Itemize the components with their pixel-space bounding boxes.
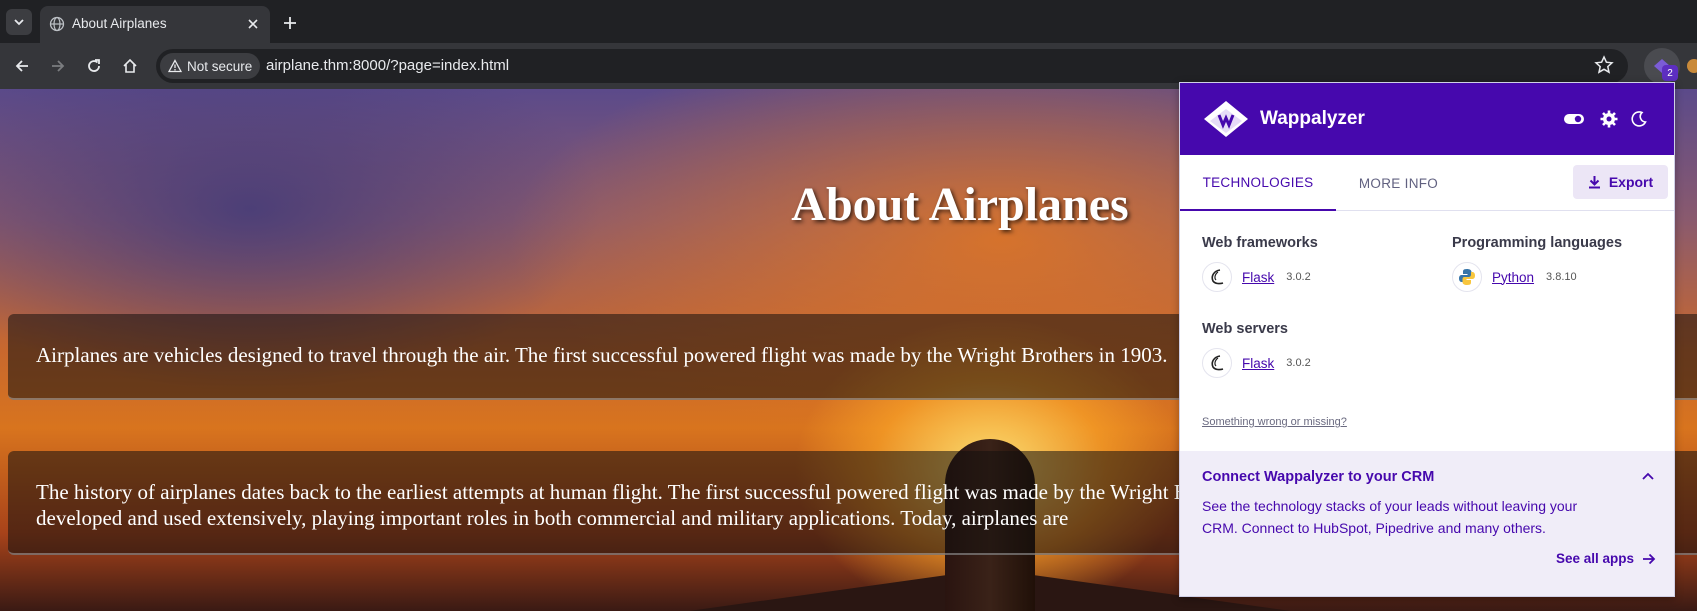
toggle-button[interactable] — [1563, 109, 1585, 129]
close-icon — [248, 19, 258, 29]
something-wrong-link[interactable]: Something wrong or missing? — [1202, 416, 1347, 428]
tab-strip: About Airplanes — [0, 0, 1697, 43]
warning-icon — [168, 59, 182, 73]
extension-count-badge: 2 — [1662, 65, 1678, 81]
wappalyzer-brand: Wappalyzer — [1260, 108, 1365, 129]
home-button[interactable] — [118, 54, 142, 78]
toggle-icon — [1564, 114, 1584, 124]
see-all-apps-link[interactable]: See all apps — [1556, 551, 1656, 566]
globe-icon — [49, 16, 65, 32]
tech-version: 3.8.10 — [1546, 271, 1577, 283]
tab-close-button[interactable] — [244, 15, 262, 33]
chevron-down-icon — [14, 19, 24, 26]
see-all-label: See all apps — [1555, 551, 1634, 566]
browser-tab[interactable]: About Airplanes — [40, 6, 270, 43]
paragraph-text: Airplanes are vehicles designed to trave… — [36, 343, 1168, 367]
security-chip[interactable]: Not secure — [160, 53, 261, 79]
dark-mode-button[interactable] — [1628, 109, 1650, 129]
wappalyzer-logo-icon — [1204, 101, 1248, 137]
plus-icon — [284, 17, 296, 29]
settings-button[interactable] — [1598, 109, 1620, 129]
wappalyzer-popup: Wappalyzer TECHNOLOGIES MORE INFO Export… — [1179, 82, 1675, 597]
category-web-servers: Web servers — [1202, 321, 1288, 337]
back-button[interactable] — [10, 54, 34, 78]
tech-item-flask: Flask 3.0.2 — [1202, 348, 1311, 378]
tab-more-info[interactable]: MORE INFO — [1336, 155, 1461, 211]
tech-version: 3.0.2 — [1286, 271, 1311, 283]
tech-link[interactable]: Flask — [1242, 270, 1274, 285]
wappalyzer-tabs: TECHNOLOGIES MORE INFO Export — [1180, 155, 1674, 211]
tab-title: About Airplanes — [72, 16, 167, 31]
tech-item-python: Python 3.8.10 — [1452, 262, 1577, 292]
flask-icon — [1202, 348, 1232, 378]
wappalyzer-header: Wappalyzer — [1180, 83, 1674, 155]
bookmark-star-icon[interactable] — [1594, 55, 1614, 75]
crm-panel: Connect Wappalyzer to your CRM See the t… — [1180, 451, 1674, 596]
export-button[interactable]: Export — [1573, 165, 1668, 199]
flask-icon — [1202, 262, 1232, 292]
forward-button[interactable] — [46, 54, 70, 78]
tech-item-flask: Flask 3.0.2 — [1202, 262, 1311, 292]
home-icon — [123, 58, 137, 73]
category-web-frameworks: Web frameworks — [1202, 235, 1318, 251]
tab-search-button[interactable] — [6, 9, 32, 35]
reload-icon — [88, 59, 100, 72]
arrow-right-icon — [52, 60, 65, 72]
cookie-extension-icon[interactable] — [1684, 57, 1697, 75]
tab-technologies[interactable]: TECHNOLOGIES — [1180, 155, 1336, 211]
moon-icon — [1631, 111, 1647, 127]
category-programming-languages: Programming languages — [1452, 235, 1623, 251]
crm-description: See the technology stacks of your leads … — [1202, 498, 1578, 536]
arrow-right-icon — [1643, 553, 1656, 564]
chevron-up-icon[interactable] — [1640, 469, 1656, 485]
tech-link[interactable]: Flask — [1242, 356, 1274, 371]
download-icon — [1588, 176, 1600, 189]
python-icon — [1452, 262, 1482, 292]
export-label: Export — [1608, 174, 1654, 190]
tech-version: 3.0.2 — [1286, 357, 1311, 369]
tech-link[interactable]: Python — [1492, 270, 1534, 285]
crm-title[interactable]: Connect Wappalyzer to your CRM — [1202, 469, 1434, 485]
address-bar[interactable]: Not secure airplane.thm:8000/?page=index… — [156, 49, 1628, 83]
gear-icon — [1600, 110, 1618, 128]
reload-button[interactable] — [82, 54, 106, 78]
new-tab-button[interactable] — [279, 12, 301, 34]
url-text[interactable]: airplane.thm:8000/?page=index.html — [266, 57, 509, 74]
security-label: Not secure — [187, 58, 253, 74]
arrow-left-icon — [15, 60, 28, 72]
